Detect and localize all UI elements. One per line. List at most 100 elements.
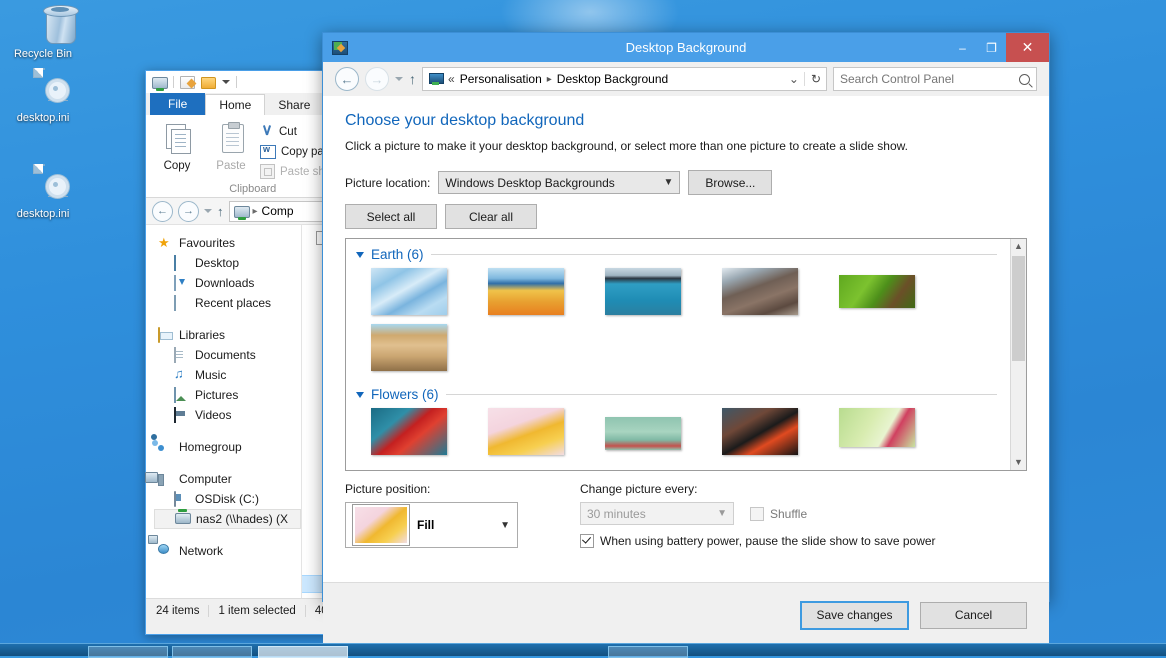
star-icon: ★ xyxy=(158,235,170,250)
chevron-down-icon[interactable]: ⌄ xyxy=(789,72,799,86)
select-all-button[interactable]: Select all xyxy=(345,204,437,229)
clear-all-button[interactable]: Clear all xyxy=(445,204,537,229)
gallery-group-header-earth[interactable]: Earth (6) xyxy=(356,247,1011,262)
desktop-icon-desktop-ini-2[interactable]: desktop.ini xyxy=(0,164,86,221)
nav-item-label: Documents xyxy=(195,348,256,362)
wallpaper-gallery[interactable]: Earth (6) Flowers (6) ▲ ▼ xyxy=(345,238,1027,471)
wallpaper-thumbnail-green-hills[interactable] xyxy=(839,275,915,308)
navigation-pane[interactable]: ★ Favourites Desktop Downloads Recent pl… xyxy=(146,225,301,598)
battery-checkbox-row[interactable]: When using battery power, pause the slid… xyxy=(580,534,936,548)
nav-item-homegroup[interactable]: Homegroup xyxy=(151,434,301,457)
wallpaper-thumbnail-dark-flower[interactable] xyxy=(722,408,798,455)
nav-item-recent-places[interactable]: Recent places xyxy=(154,293,301,313)
new-folder-icon[interactable] xyxy=(180,75,195,89)
scrollbar-thumb[interactable] xyxy=(1012,256,1025,361)
window-controls[interactable]: – ❐ ✕ xyxy=(948,33,1049,62)
back-button[interactable]: ← xyxy=(335,67,359,91)
change-picture-label: Change picture every: xyxy=(580,482,698,496)
picture-position-label: Picture position: xyxy=(345,482,431,496)
taskbar-button[interactable] xyxy=(88,646,168,658)
wallpaper-thumbnail-mountain-ridge[interactable] xyxy=(722,268,798,315)
ini-file-icon xyxy=(0,68,86,110)
minimize-button[interactable]: – xyxy=(948,33,977,62)
paste-icon xyxy=(214,122,248,158)
dialog-navigation-bar[interactable]: ← → ↑ « Personalisation ▸ Desktop Backgr… xyxy=(323,62,1049,96)
breadcrumb-personalisation[interactable]: Personalisation xyxy=(460,72,542,86)
wallpaper-thumbnail-red-flower[interactable] xyxy=(371,408,447,455)
taskbar-button[interactable] xyxy=(608,646,688,658)
search-input[interactable]: Search Control Panel xyxy=(833,67,1037,91)
gallery-group-header-flowers[interactable]: Flowers (6) xyxy=(356,387,1011,402)
nav-item-libraries[interactable]: Libraries xyxy=(154,325,301,345)
nav-item-desktop[interactable]: Desktop xyxy=(154,253,301,273)
nav-item-osdisk[interactable]: OSDisk (C:) xyxy=(154,489,301,509)
wallpaper-thumbnail-pink-stem[interactable] xyxy=(839,408,915,447)
dialog-title-bar[interactable]: Desktop Background – ❐ ✕ xyxy=(323,33,1049,62)
taskbar-button-active[interactable] xyxy=(258,646,348,658)
close-button[interactable]: ✕ xyxy=(1006,33,1049,62)
scissors-icon xyxy=(260,125,274,139)
nav-item-downloads[interactable]: Downloads xyxy=(154,273,301,293)
chevron-down-icon[interactable] xyxy=(222,80,230,84)
forward-button[interactable]: → xyxy=(178,200,199,222)
nav-item-videos[interactable]: Videos xyxy=(154,405,301,425)
picture-position-select[interactable]: Fill ▼ xyxy=(345,502,518,548)
wallpaper-thumbnail-ocean-island[interactable] xyxy=(605,268,681,315)
nav-item-music[interactable]: ♫ Music xyxy=(154,365,301,385)
nav-item-network[interactable]: Network xyxy=(154,541,301,561)
nav-item-nas2[interactable]: nas2 (\\hades) (X xyxy=(154,509,301,529)
nav-item-label: Homegroup xyxy=(179,440,242,454)
taskbar[interactable] xyxy=(0,643,1166,658)
chevron-down-icon: ▼ xyxy=(500,519,510,531)
collapse-triangle-icon[interactable] xyxy=(356,251,364,258)
wallpaper-thumbnail-desert-dunes[interactable] xyxy=(488,268,564,315)
tab-home[interactable]: Home xyxy=(205,94,266,115)
desktop-icon-label: Recycle Bin xyxy=(13,48,73,60)
nav-item-favourites[interactable]: ★ Favourites xyxy=(154,233,301,253)
battery-checkbox[interactable] xyxy=(580,534,594,548)
breadcrumb-overflow-icon[interactable]: « xyxy=(448,72,455,86)
tab-share[interactable]: Share xyxy=(265,95,323,115)
tab-file[interactable]: File xyxy=(150,93,206,115)
wallpaper-thumbnail-yellow-flower[interactable] xyxy=(488,408,564,455)
taskbar-button[interactable] xyxy=(172,646,252,658)
wallpaper-thumbnail-green-flower[interactable] xyxy=(605,417,681,450)
address-bar[interactable]: « Personalisation ▸ Desktop Background ⌄… xyxy=(422,67,827,91)
wallpaper-thumbnail-ice-cave[interactable] xyxy=(371,268,447,315)
scroll-down-icon[interactable]: ▼ xyxy=(1011,455,1026,470)
dialog-content: Choose your desktop background Click a p… xyxy=(323,96,1049,582)
scroll-up-icon[interactable]: ▲ xyxy=(1011,239,1026,254)
browse-button[interactable]: Browse... xyxy=(688,170,773,195)
maximize-button[interactable]: ❐ xyxy=(977,33,1006,62)
desktop-icon-desktop-ini-1[interactable]: desktop.ini xyxy=(0,68,86,125)
picture-location-select[interactable]: Windows Desktop Backgrounds ▼ xyxy=(438,171,681,194)
desktop-icon-recycle-bin[interactable]: Recycle Bin xyxy=(0,4,86,61)
recent-locations-icon[interactable] xyxy=(204,209,212,213)
breadcrumb-desktop-background[interactable]: Desktop Background xyxy=(557,72,668,86)
refresh-icon[interactable]: ↻ xyxy=(803,72,821,86)
collapse-triangle-icon[interactable] xyxy=(356,391,364,398)
folder-icon[interactable] xyxy=(201,75,216,89)
back-button[interactable]: ← xyxy=(152,200,173,222)
network-icon xyxy=(158,544,173,558)
nav-item-computer[interactable]: Computer xyxy=(154,469,301,489)
desktop-icon-label: desktop.ini xyxy=(16,112,70,124)
cancel-button[interactable]: Cancel xyxy=(920,601,1027,629)
recent-locations-icon[interactable] xyxy=(395,77,403,81)
up-arrow-icon[interactable]: ↑ xyxy=(409,71,416,87)
shuffle-checkbox-row[interactable]: Shuffle xyxy=(750,506,807,521)
shuffle-checkbox[interactable] xyxy=(750,506,764,521)
up-arrow-icon[interactable]: ↑ xyxy=(217,204,224,219)
gallery-scroll-content: Earth (6) Flowers (6) xyxy=(346,239,1011,470)
interval-select[interactable]: 30 minutes ▼ xyxy=(580,502,734,525)
nav-item-documents[interactable]: Documents xyxy=(154,345,301,365)
forward-button[interactable]: → xyxy=(365,67,389,91)
dialog-footer: Save changes Cancel xyxy=(323,582,1049,647)
nav-item-pictures[interactable]: Pictures xyxy=(154,385,301,405)
save-changes-button[interactable]: Save changes xyxy=(800,600,909,630)
wallpaper-thumbnail-sand-dune[interactable] xyxy=(371,324,447,371)
desktop-background-dialog[interactable]: Desktop Background – ❐ ✕ ← → ↑ « Persona… xyxy=(322,32,1050,647)
gallery-scrollbar[interactable]: ▲ ▼ xyxy=(1010,239,1026,470)
picture-position-section: Picture position: Fill ▼ xyxy=(345,482,518,548)
